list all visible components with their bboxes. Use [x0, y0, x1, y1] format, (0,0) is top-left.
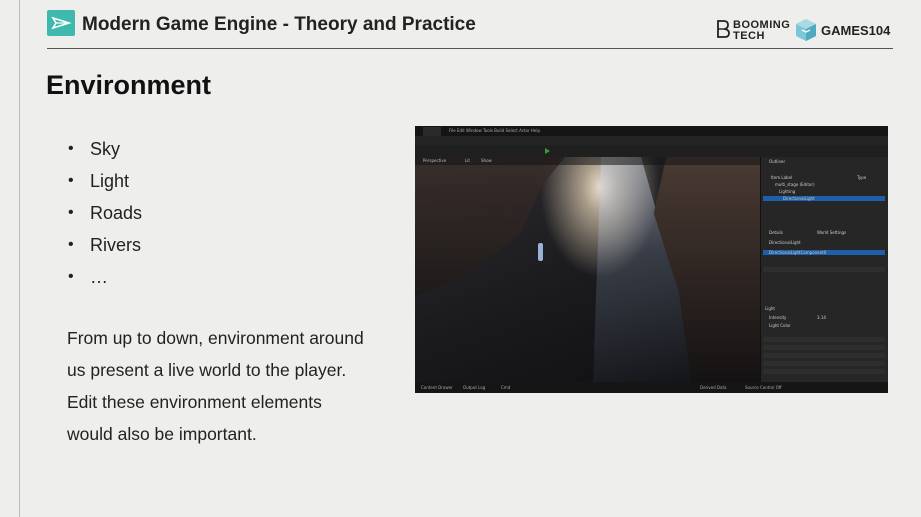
status-item: Cmd: [501, 385, 511, 390]
booming-tech-text: BOOMING TECH: [733, 19, 791, 42]
prop-intensity-label: Intensity: [769, 315, 787, 320]
details-row: [763, 337, 885, 342]
bullet-list: • Sky • Light • Roads • Rivers •…: [68, 133, 142, 293]
play-icon: [545, 148, 550, 154]
editor-status-bar: Content Drawer Output Log Cmd Derived Da…: [415, 382, 888, 393]
component-name: DirectionalLightComponent0: [769, 250, 827, 255]
games-cube-icon: [795, 18, 817, 42]
bullet-dot: •: [68, 268, 74, 285]
viewport-label: Perspective: [423, 158, 447, 163]
outliner-type-header: Type: [857, 175, 867, 180]
slide-title: Environment: [46, 70, 212, 100]
games104-text: GAMES104: [821, 23, 891, 38]
bullet-text: Sky: [90, 139, 121, 159]
bullet-item: • Sky: [68, 133, 142, 165]
details-title: Details: [769, 230, 783, 235]
details-row: [763, 369, 885, 374]
editor-side-panel: Outliner Type Item Label multi_stage (Ed…: [760, 157, 888, 382]
bullet-item: • Light: [68, 165, 142, 197]
viewport-label: Show: [481, 158, 492, 163]
status-item: Output Log: [463, 385, 486, 390]
editor-tab: [423, 127, 441, 136]
bullet-dot: •: [68, 172, 74, 189]
left-margin-rule: [19, 0, 20, 517]
bullet-text: …: [90, 267, 108, 287]
editor-menu: File Edit Window Tools Build Select Acto…: [449, 128, 540, 133]
booming-tech-logo: BOOMING TECH: [716, 18, 790, 44]
bullet-text: Rivers: [90, 235, 142, 255]
viewport-bar: Perspective Lit Show: [415, 157, 760, 165]
details-row: [763, 361, 885, 366]
outliner-item: Item Label: [771, 175, 793, 180]
cave-rock-left: [415, 157, 565, 297]
viewport-label: Lit: [465, 158, 470, 163]
character-figure: [538, 243, 543, 261]
outliner-title: Outliner: [769, 159, 786, 164]
details-row: [763, 345, 885, 350]
header-divider: [47, 48, 893, 49]
bullet-dot: •: [68, 204, 74, 221]
outliner-item: DirectionalLight: [783, 196, 815, 201]
booming-b-icon: [716, 20, 730, 38]
bullet-text: Roads: [90, 203, 143, 223]
bullet-item: • Roads: [68, 197, 142, 229]
section-light: Light: [765, 306, 775, 311]
body-paragraph: From up to down, environment around us p…: [67, 328, 364, 444]
outliner-item: multi_stage (Editor): [775, 182, 815, 187]
bullet-item: • Rivers: [68, 229, 142, 261]
bullet-text: Light: [90, 171, 130, 191]
outliner-selected-row: [763, 196, 885, 201]
editor-viewport: Perspective Lit Show: [415, 157, 760, 382]
outliner-item: Lighting: [779, 189, 796, 194]
prop-color-label: Light Color: [769, 323, 791, 328]
paper-plane-icon: [47, 10, 75, 36]
details-row: [763, 353, 885, 358]
prop-intensity-value: 3.14: [817, 315, 826, 320]
bullet-dot: •: [68, 140, 74, 157]
bullet-item: •…: [68, 261, 142, 293]
selected-actor: DirectionalLight: [769, 240, 801, 245]
slide-header: Modern Game Engine - Theory and Practice…: [0, 0, 921, 50]
details-row: [763, 267, 885, 272]
games104-logo: GAMES104: [795, 18, 895, 44]
world-settings-tab: World Settings: [817, 230, 847, 235]
status-item: Source Control Off: [745, 385, 782, 390]
editor-titlebar: File Edit Window Tools Build Select Acto…: [415, 126, 888, 136]
course-title: Modern Game Engine - Theory and Practice: [82, 14, 476, 35]
status-item: Derived Data: [700, 385, 727, 390]
editor-screenshot: File Edit Window Tools Build Select Acto…: [415, 126, 888, 393]
status-item: Content Drawer: [421, 385, 453, 390]
bullet-dot: •: [68, 236, 74, 253]
editor-toolbar: [415, 136, 888, 145]
